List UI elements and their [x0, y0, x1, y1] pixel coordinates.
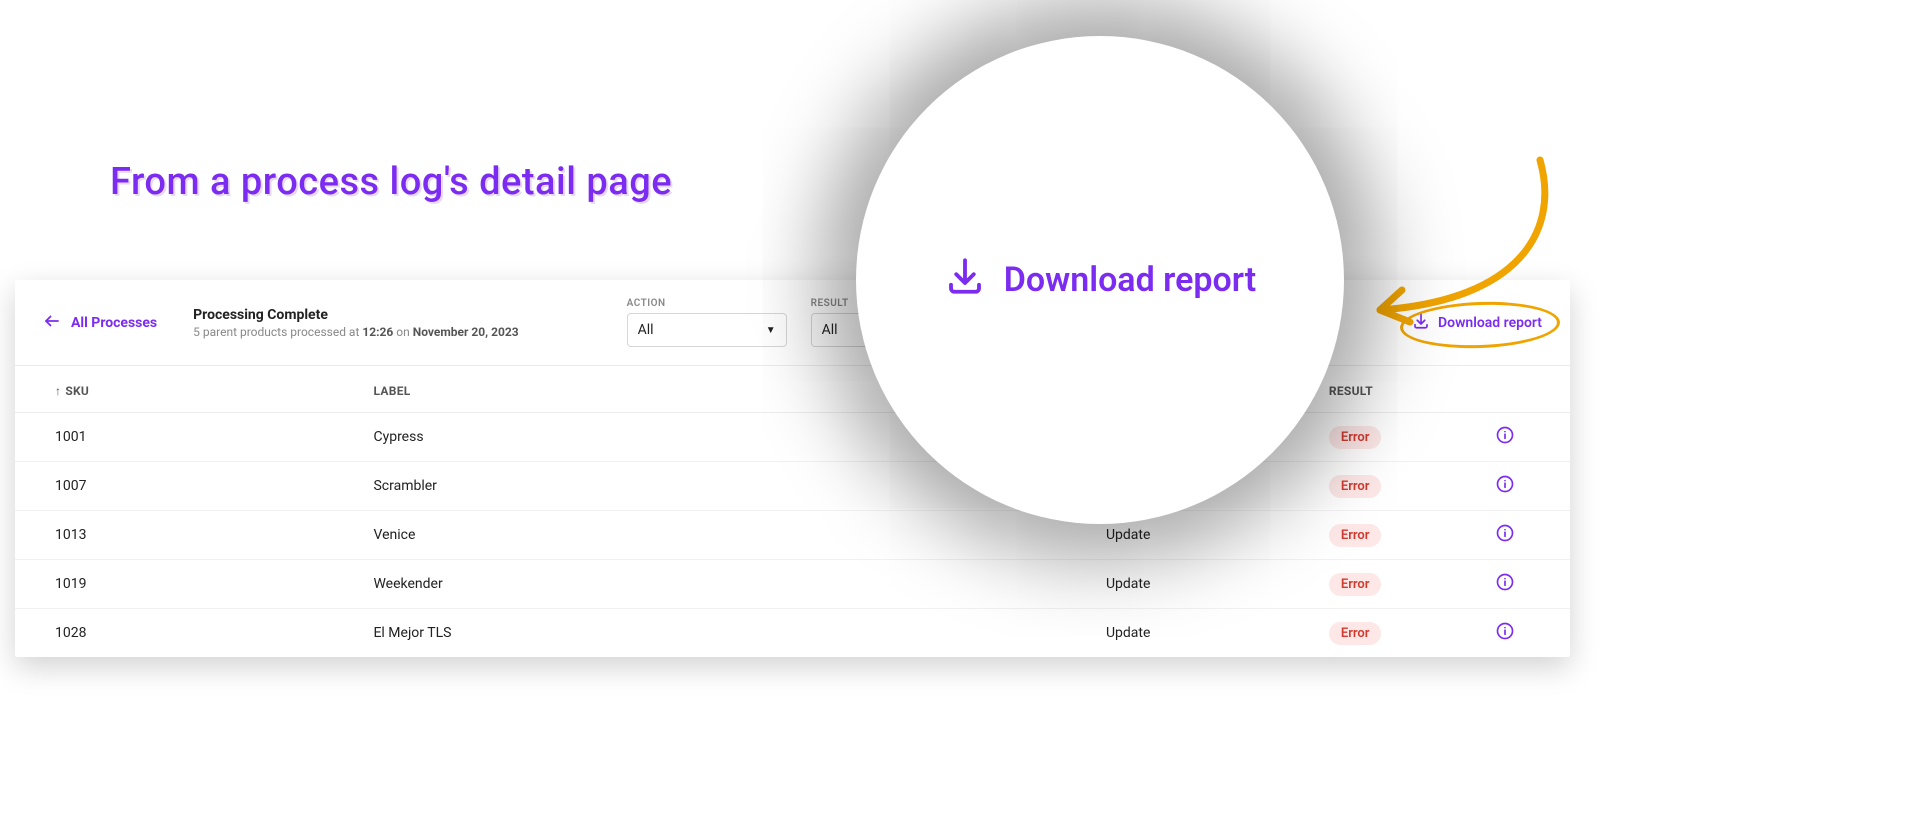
- zoom-lens: Download report: [860, 40, 1340, 520]
- cell-result: Error: [1289, 413, 1455, 462]
- cell-label: El Mejor TLS: [333, 609, 1065, 658]
- info-icon[interactable]: [1495, 474, 1515, 494]
- cell-sku: 1013: [15, 511, 333, 560]
- cell-result: Error: [1289, 560, 1455, 609]
- cell-action: Update: [1066, 609, 1289, 658]
- cell-info: [1455, 609, 1570, 658]
- cell-sku: 1028: [15, 609, 333, 658]
- download-report-label: Download report: [1438, 315, 1542, 331]
- filter-action-label: ACTION: [627, 298, 787, 309]
- cell-info: [1455, 511, 1570, 560]
- cell-info: [1455, 413, 1570, 462]
- zoom-download-button: Download report: [944, 255, 1256, 306]
- table-row: 1001CypressUpdateError: [15, 413, 1570, 462]
- table-row: 1013VeniceUpdateError: [15, 511, 1570, 560]
- cell-sku: 1019: [15, 560, 333, 609]
- status-title: Processing Complete: [193, 307, 518, 323]
- table-row: 1007ScramblerUpdateError: [15, 462, 1570, 511]
- info-icon[interactable]: [1495, 621, 1515, 641]
- status-badge: Error: [1329, 622, 1382, 645]
- zoom-download-label: Download report: [1004, 260, 1256, 300]
- status-badge: Error: [1329, 524, 1382, 547]
- info-icon[interactable]: [1495, 523, 1515, 543]
- status-badge: Error: [1329, 573, 1382, 596]
- download-icon: [944, 255, 986, 306]
- download-icon: [1412, 312, 1430, 334]
- cell-result: Error: [1289, 462, 1455, 511]
- cell-info: [1455, 462, 1570, 511]
- cell-result: Error: [1289, 609, 1455, 658]
- table-row: 1028El Mejor TLSUpdate Error: [15, 609, 1570, 658]
- back-link-label: All Processes: [71, 315, 157, 331]
- select-action[interactable]: All ▼: [627, 313, 787, 347]
- status-block: Processing Complete 5 parent products pr…: [193, 307, 518, 339]
- cell-info: [1455, 560, 1570, 609]
- arrow-left-icon: [43, 312, 61, 334]
- download-report-button[interactable]: Download report: [1412, 312, 1542, 334]
- caret-down-icon: ▼: [766, 325, 776, 336]
- process-log-panel: All Processes Processing Complete 5 pare…: [15, 280, 1570, 657]
- column-header-sku[interactable]: ↑SKU: [15, 366, 333, 413]
- filter-action: ACTION All ▼: [627, 298, 787, 347]
- cell-sku: 1007: [15, 462, 333, 511]
- info-icon[interactable]: [1495, 572, 1515, 592]
- info-icon[interactable]: [1495, 425, 1515, 445]
- status-badge: Error: [1329, 426, 1382, 449]
- status-badge: Error: [1329, 475, 1382, 498]
- cell-action: Update: [1066, 560, 1289, 609]
- cell-label: Venice: [333, 511, 1065, 560]
- sort-asc-icon: ↑: [55, 384, 61, 398]
- back-link-all-processes[interactable]: All Processes: [43, 312, 157, 334]
- annotation-title: From a process log's detail page: [110, 160, 672, 204]
- select-action-value: All: [638, 322, 654, 338]
- process-log-table: ↑SKU LABEL ACTION RESULT 1001CypressUpda…: [15, 366, 1570, 657]
- cell-label: Weekender: [333, 560, 1065, 609]
- status-subtitle: 5 parent products processed at 12:26 on …: [193, 325, 518, 339]
- cell-sku: 1001: [15, 413, 333, 462]
- table-row: 1019WeekenderUpdate Error: [15, 560, 1570, 609]
- select-result-value: All: [822, 322, 838, 338]
- cell-result: Error: [1289, 511, 1455, 560]
